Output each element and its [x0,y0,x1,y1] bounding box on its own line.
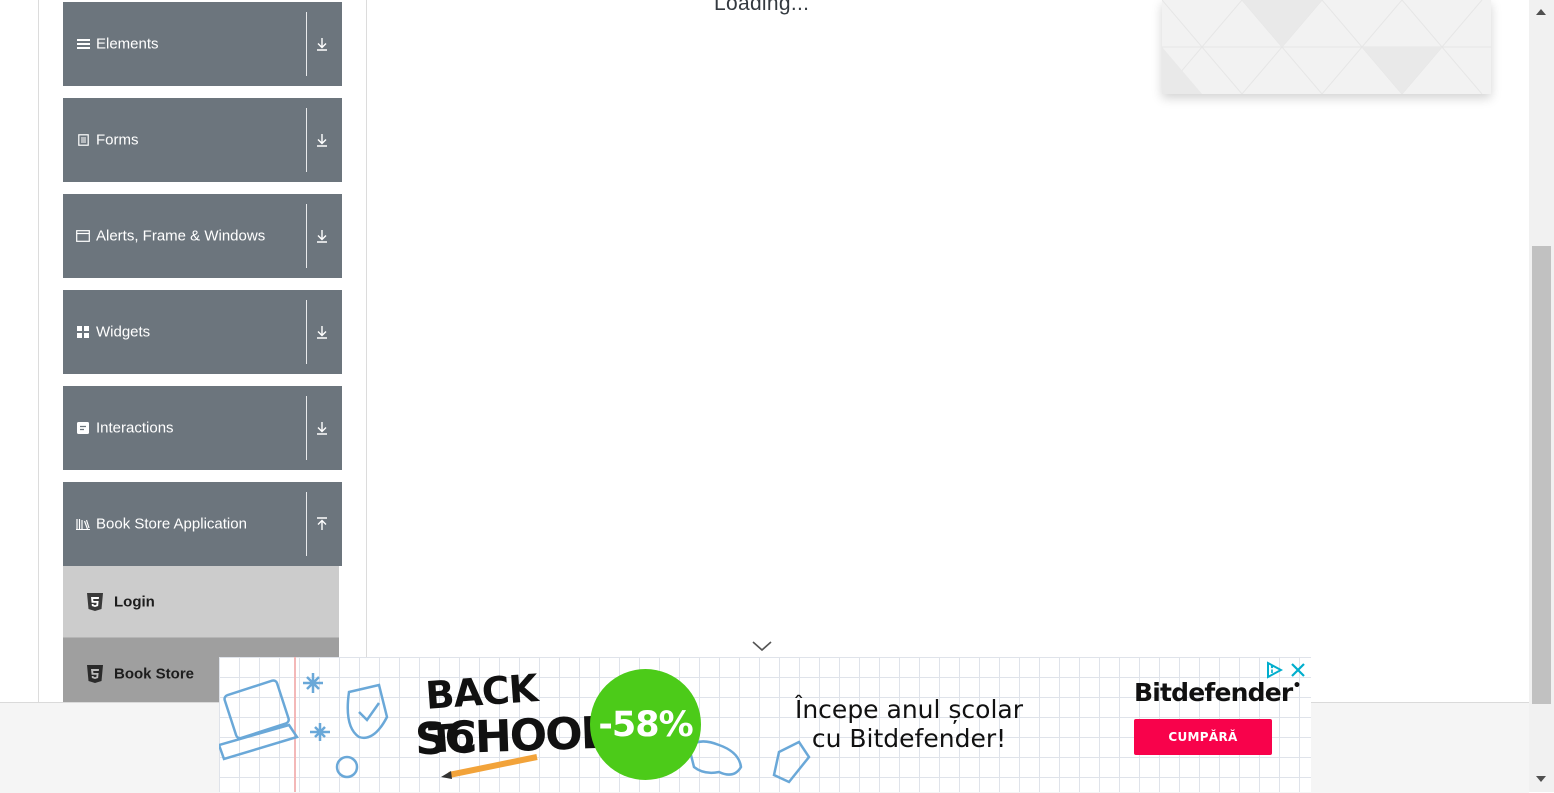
group-label: Book Store Application [96,515,247,533]
scroll-up-arrow-icon[interactable] [1535,7,1547,17]
loading-text: Loading... [714,0,810,15]
menu-item-login[interactable]: Login [63,566,339,638]
group-separator [306,300,307,364]
interactions-icon [76,421,90,435]
html5-icon [86,664,104,684]
group-separator [306,492,307,556]
ad-brand-logo: Bitdefender• [1134,678,1301,707]
brand-name: Bitdefender [1134,678,1293,707]
menu-item-label: Book Store [114,665,195,682]
group-label: Widgets [96,323,151,341]
group-label: Interactions [96,419,174,437]
menu-item-label: Login [114,593,155,610]
brand-mark: • [1292,678,1301,694]
ad-headline-line2: cu Bitdefender! [811,724,1007,753]
group-book-store-application[interactable]: Book Store Application [63,482,342,566]
back-to-school-badge: BACK To SCHOOL [414,666,607,781]
ad-headline-line1: Începe anul școlar [794,695,1024,724]
download-arrow-icon[interactable] [315,132,329,148]
widgets-icon [76,325,90,339]
chevron-down-icon[interactable] [752,640,772,652]
discount-badge: -58% [590,669,701,780]
ad-headline: Începe anul școlar cu Bitdefender! [779,695,1039,753]
ad-buy-button[interactable]: CUMPĂRĂ [1134,719,1272,755]
download-arrow-icon[interactable] [315,324,329,340]
close-icon[interactable] [1290,662,1306,678]
group-interactions[interactable]: Interactions [63,386,342,470]
download-arrow-icon[interactable] [315,420,329,436]
sidebar-divider [366,0,367,702]
ad-banner[interactable]: BACK To SCHOOL -58% Începe anul școlar c… [219,657,1311,792]
triangle-pattern [1162,0,1491,94]
form-icon [76,133,90,147]
side-advertisement[interactable] [1162,0,1491,94]
group-label: Elements [96,35,159,53]
group-label: Forms [96,131,139,149]
group-separator [306,396,307,460]
upload-arrow-icon[interactable] [315,516,329,532]
group-label: Alerts, Frame & Windows [96,227,266,245]
window-icon [76,229,90,243]
page-border-left [38,0,39,702]
books-icon [76,517,90,531]
group-forms[interactable]: Forms [63,98,342,182]
scroll-down-arrow-icon[interactable] [1535,774,1547,784]
badge-line2: SCHOOL [414,707,608,766]
group-separator [306,204,307,268]
group-separator [306,108,307,172]
group-widgets[interactable]: Widgets [63,290,342,374]
group-alerts-frame-windows[interactable]: Alerts, Frame & Windows [63,194,342,278]
discount-text: -58% [598,704,693,745]
group-elements[interactable]: Elements [63,2,342,86]
adchoices-icon[interactable] [1265,661,1283,679]
scrollbar-thumb[interactable] [1532,246,1551,704]
hamburger-icon [76,37,90,51]
download-arrow-icon[interactable] [315,36,329,52]
group-separator [306,12,307,76]
html5-icon [86,592,104,612]
download-arrow-icon[interactable] [315,228,329,244]
